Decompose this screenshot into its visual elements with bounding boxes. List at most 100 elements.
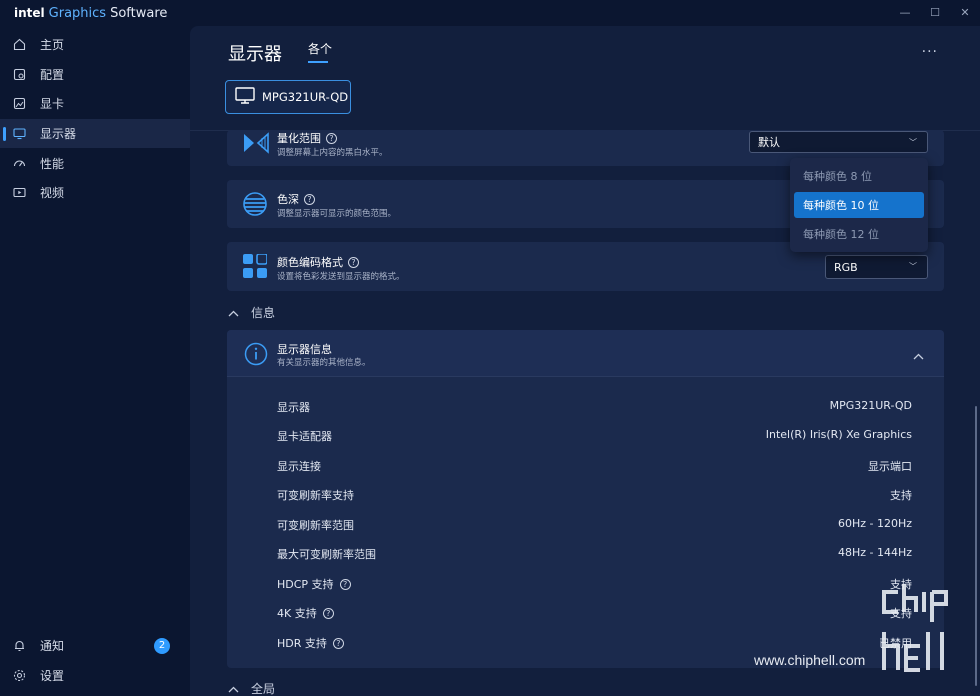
info-row-hdr: HDR 支持 ? 已禁用 xyxy=(277,635,912,651)
color-depth-title-row: 色深 ? xyxy=(277,191,315,207)
info-value: 60Hz - 120Hz xyxy=(837,517,912,530)
info-label-row: HDR 支持 ? xyxy=(277,635,344,651)
maximize-button[interactable]: ☐ xyxy=(920,0,950,24)
title-bar: intel Graphics Software — ☐ ✕ xyxy=(0,0,980,26)
dropdown-option-12bit[interactable]: 每种颜色 12 位 xyxy=(794,221,924,247)
sidebar-item-label: 主页 xyxy=(40,38,65,53)
sidebar-item-label: 设置 xyxy=(40,668,65,683)
chevron-up-icon[interactable] xyxy=(913,349,924,363)
quantization-desc: 调整屏幕上内容的黑白水平。 xyxy=(277,148,388,158)
color-depth-title: 色深 xyxy=(277,193,299,206)
info-icon xyxy=(244,342,268,369)
display-info-header[interactable]: 显示器信息 有关显示器的其他信息。 xyxy=(227,330,944,377)
profile-icon xyxy=(12,67,26,81)
quantization-select[interactable]: 默认 ﹀ xyxy=(749,131,928,153)
help-icon[interactable]: ? xyxy=(322,607,334,619)
color-encoding-desc: 设置将色彩发送到显示器的格式。 xyxy=(277,272,405,282)
help-icon[interactable]: ? xyxy=(304,193,315,205)
info-label: 显示器 xyxy=(277,401,310,414)
scrollbar[interactable] xyxy=(975,406,977,686)
dropdown-option-8bit[interactable]: 每种颜色 8 位 xyxy=(794,163,924,189)
info-label: 可变刷新率范围 xyxy=(277,519,354,532)
color-depth-desc: 调整显示器可显示的颜色范围。 xyxy=(277,209,397,219)
app-brand: intel Graphics Software xyxy=(14,6,167,21)
app-title-graphics: Graphics xyxy=(48,5,107,21)
monitor-select-button[interactable]: MPG321UR-QD xyxy=(225,80,351,114)
intel-logo: intel xyxy=(14,5,45,20)
chevron-up-icon xyxy=(228,306,239,320)
bell-icon xyxy=(12,639,26,653)
info-row-vrr-support: 可变刷新率支持 支持 xyxy=(277,487,912,503)
window-controls: — ☐ ✕ xyxy=(890,0,980,24)
info-label: 最大可变刷新率范围 xyxy=(277,548,376,561)
color-depth-dropdown: 每种颜色 8 位 每种颜色 10 位 每种颜色 12 位 xyxy=(790,158,928,252)
sidebar-item-video[interactable]: 视频 xyxy=(0,178,190,208)
info-value: 48Hz - 144Hz xyxy=(837,546,912,559)
chevron-down-icon: ﹀ xyxy=(909,262,917,271)
info-value: MPG321UR-QD xyxy=(829,399,912,412)
sidebar-item-label: 视频 xyxy=(40,186,65,201)
global-section-toggle[interactable]: 全局 xyxy=(228,680,275,696)
close-button[interactable]: ✕ xyxy=(950,0,980,24)
home-icon xyxy=(12,38,26,52)
display-info-desc: 有关显示器的其他信息。 xyxy=(277,358,371,368)
sidebar-bottom: 通知 2 设置 xyxy=(0,631,190,690)
display-info-card: 显示器信息 有关显示器的其他信息。 显示器 MPG321UR-QD 显卡适配器 … xyxy=(227,330,944,668)
quantization-icon xyxy=(243,132,269,157)
info-label: 4K 支持 xyxy=(277,607,317,620)
info-label: 显示连接 xyxy=(277,460,321,473)
info-value: 支持 xyxy=(890,489,912,502)
color-format-icon xyxy=(243,253,268,281)
info-label: 显卡适配器 xyxy=(277,430,332,443)
color-encoding-value: RGB xyxy=(834,260,858,274)
color-encoding-title-row: 颜色编码格式 ? xyxy=(277,254,359,270)
help-icon[interactable]: ? xyxy=(339,578,351,590)
tab-individual[interactable]: 各个 xyxy=(308,40,332,63)
quantization-title-row: 量化范围 ? xyxy=(277,130,337,146)
info-value: 显示端口 xyxy=(868,460,912,473)
info-row-display: 显示器 MPG321UR-QD xyxy=(277,399,912,415)
gauge-icon xyxy=(12,156,26,170)
help-icon[interactable]: ? xyxy=(332,637,344,649)
info-label: HDCP 支持 xyxy=(277,578,334,591)
sidebar-item-label: 通知 xyxy=(40,639,65,654)
info-row-vrr-range: 可变刷新率范围 60Hz - 120Hz xyxy=(277,517,912,533)
sidebar-item-profiles[interactable]: 配置 xyxy=(0,60,190,90)
info-label: 可变刷新率支持 xyxy=(277,489,354,502)
main-panel: 显示器 各个 ··· MPG321UR-QD 量化范围 ? 调整屏幕上内容的黑白… xyxy=(190,26,980,696)
sidebar-item-label: 配置 xyxy=(40,67,65,82)
sidebar-item-display[interactable]: 显示器 xyxy=(0,118,190,149)
color-encoding-select[interactable]: RGB ﹀ xyxy=(825,255,928,279)
sidebar-item-graphics[interactable]: 显卡 xyxy=(0,89,190,119)
monitor-name: MPG321UR-QD xyxy=(262,90,349,104)
info-row-connection: 显示连接 显示端口 xyxy=(277,458,912,474)
info-row-max-vrr-range: 最大可变刷新率范围 48Hz - 144Hz xyxy=(277,546,912,562)
info-label-row: HDCP 支持 ? xyxy=(277,576,351,592)
info-label-row: 4K 支持 ? xyxy=(277,605,334,621)
display-info-title: 显示器信息 xyxy=(277,343,332,356)
watermark-text: www.chiphell.com xyxy=(754,652,866,668)
graphics-icon xyxy=(12,97,26,111)
page-title: 显示器 xyxy=(228,44,282,65)
global-section-heading: 全局 xyxy=(251,682,276,696)
chevron-down-icon: ﹀ xyxy=(909,138,917,147)
dropdown-option-10bit[interactable]: 每种颜色 10 位 xyxy=(794,192,924,218)
info-value: Intel(R) Iris(R) Xe Graphics xyxy=(765,428,912,441)
gear-icon xyxy=(12,668,26,682)
minimize-button[interactable]: — xyxy=(890,0,920,24)
help-icon[interactable]: ? xyxy=(326,132,337,144)
info-row-hdcp: HDCP 支持 ? 支持 xyxy=(277,576,912,592)
help-icon[interactable]: ? xyxy=(348,256,359,268)
sidebar-item-home[interactable]: 主页 xyxy=(0,30,190,60)
quantization-title: 量化范围 xyxy=(277,132,321,145)
app-title-software: Software xyxy=(110,5,168,21)
sidebar-item-performance[interactable]: 性能 xyxy=(0,148,190,178)
more-options-button[interactable]: ··· xyxy=(922,44,938,60)
sidebar-item-notifications[interactable]: 通知 2 xyxy=(0,631,190,661)
notification-badge: 2 xyxy=(154,637,170,654)
sidebar-item-label: 性能 xyxy=(40,156,65,171)
info-row-adapter: 显卡适配器 Intel(R) Iris(R) Xe Graphics xyxy=(277,428,912,444)
info-section-toggle[interactable]: 信息 xyxy=(228,304,275,321)
info-row-4k: 4K 支持 ? 支持 xyxy=(277,605,912,621)
sidebar-item-settings[interactable]: 设置 xyxy=(0,660,190,690)
